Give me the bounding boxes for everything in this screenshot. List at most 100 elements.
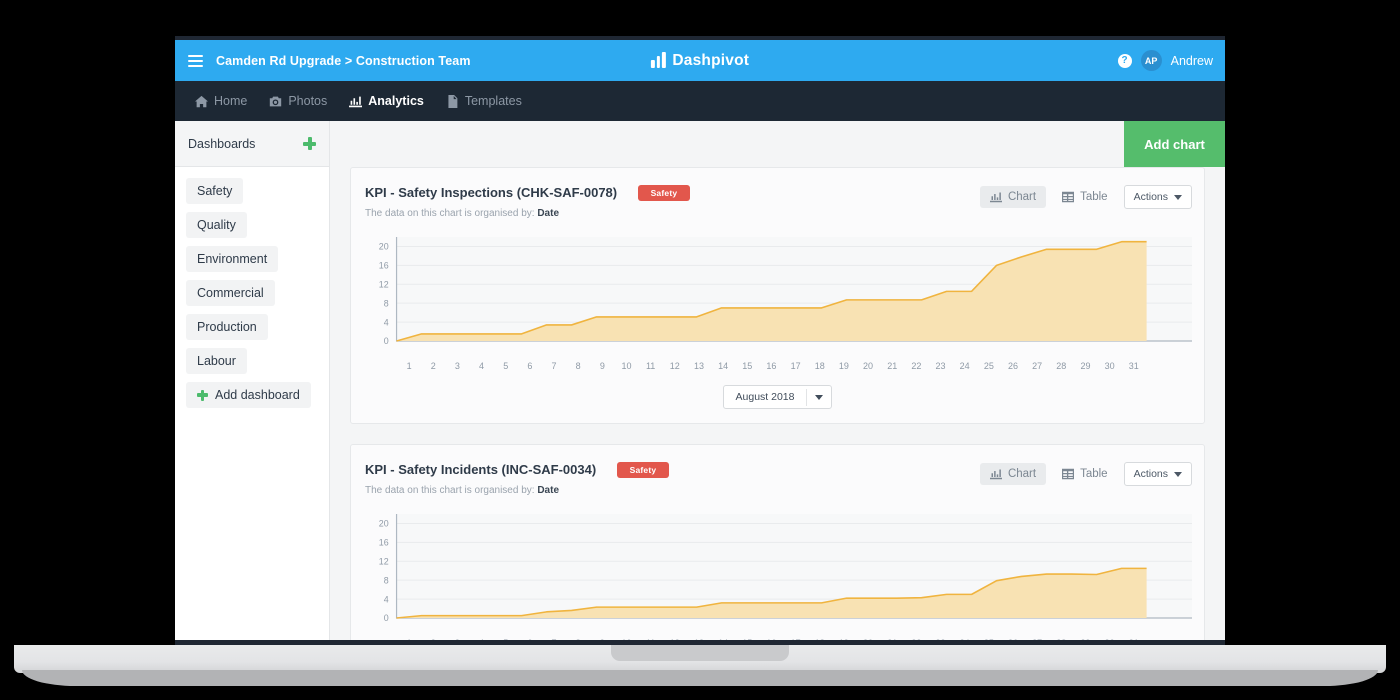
x-tick-label: 24 (953, 638, 977, 640)
subtitle-prefix: The data on this chart is organised by: (365, 485, 535, 496)
subtitle-value: Date (537, 485, 560, 496)
month-caret-box[interactable] (806, 388, 831, 406)
chart-card-header: KPI - Safety Inspections (CHK-SAF-0078) … (363, 184, 1192, 219)
month-selector[interactable]: August 2018 (722, 385, 833, 409)
x-tick-label: 31 (1128, 361, 1139, 371)
bar-chart-logo-icon (650, 52, 666, 68)
sidebar-item-labour[interactable]: Labour (186, 348, 247, 374)
chart-card-title: KPI - Safety Inspections (CHK-SAF-0078) (365, 185, 618, 201)
x-tick-label: 25 (983, 361, 994, 371)
actions-label: Actions (1133, 191, 1168, 203)
sidebar-item-environment[interactable]: Environment (186, 246, 279, 272)
svg-text:8: 8 (384, 575, 389, 585)
dashboard-list: Safety Quality Environment Commercial Pr… (175, 167, 329, 408)
add-chart-button[interactable]: Add chart (1124, 121, 1225, 167)
user-name[interactable]: Andrew (1171, 54, 1213, 68)
x-tick-label: 4 (469, 638, 493, 640)
tab-chart[interactable]: Chart (979, 186, 1047, 208)
chart-card-subtitle: The data on this chart is organised by: … (365, 208, 980, 219)
tab-table-label: Table (1080, 191, 1108, 203)
x-tick-label: 13 (687, 638, 711, 640)
tab-table[interactable]: Table (1052, 186, 1118, 208)
main-content: Add chart KPI - Safety Inspections (CHK-… (330, 121, 1225, 640)
chart-icon (989, 469, 1002, 480)
actions-dropdown[interactable]: Actions (1123, 185, 1192, 209)
x-tick-label: 31 (1122, 638, 1146, 640)
tab-table-label: Table (1080, 468, 1108, 480)
nav-item-analytics[interactable]: Analytics (349, 81, 424, 121)
chart-card-title: KPI - Safety Incidents (INC-SAF-0034) (365, 462, 597, 478)
x-tick-label: 11 (639, 638, 663, 640)
x-tick-label: 9 (599, 361, 605, 371)
x-tick-label: 17 (784, 638, 808, 640)
chart-plot: 0 4 8 12 16 20 (363, 231, 1192, 358)
x-tick-label: 30 (1098, 638, 1122, 640)
nav-item-templates[interactable]: Templates (446, 81, 522, 121)
x-tick-label: 20 (856, 638, 880, 640)
subtitle-prefix: The data on this chart is organised by: (365, 208, 535, 219)
x-tick-label: 29 (1073, 638, 1097, 640)
x-axis-ticks: 1234567891011121314151617181920212223242… (397, 638, 1146, 640)
svg-text:16: 16 (379, 261, 389, 271)
svg-text:12: 12 (379, 279, 389, 289)
x-tick-label: 7 (551, 361, 557, 371)
x-tick-label: 22 (904, 638, 928, 640)
month-label: August 2018 (735, 391, 795, 403)
breadcrumb[interactable]: Camden Rd Upgrade > Construction Team (216, 54, 471, 68)
x-tick-label: 3 (445, 638, 469, 640)
x-tick-label: 20 (863, 361, 874, 371)
add-dashboard-button[interactable]: Add dashboard (186, 382, 311, 408)
x-tick-label: 8 (575, 361, 581, 371)
chart-card-list: KPI - Safety Inspections (CHK-SAF-0078) … (330, 167, 1225, 640)
chart-card-title-wrap: KPI - Safety Incidents (INC-SAF-0034) Sa… (363, 461, 980, 496)
x-tick-label: 29 (1080, 361, 1091, 371)
x-tick-label: 24 (959, 361, 970, 371)
x-tick-label: 18 (808, 638, 832, 640)
x-tick-label: 3 (454, 361, 460, 371)
svg-text:12: 12 (379, 556, 389, 566)
x-tick-label: 7 (542, 638, 566, 640)
body: Dashboards Safety Quality Environment Co… (175, 121, 1225, 640)
hamburger-icon[interactable] (188, 52, 203, 70)
x-tick-label: 21 (880, 638, 904, 640)
x-tick-label: 8 (566, 638, 590, 640)
x-tick-label: 19 (838, 361, 849, 371)
avatar[interactable]: AP (1140, 50, 1162, 71)
sidebar-item-commercial[interactable]: Commercial (186, 280, 275, 306)
brand: Dashpivot (650, 52, 749, 70)
chart-card-subtitle: The data on this chart is organised by: … (365, 485, 980, 496)
actions-dropdown[interactable]: Actions (1123, 462, 1192, 486)
x-tick-label: 16 (759, 638, 783, 640)
sidebar-item-quality[interactable]: Quality (186, 212, 247, 238)
analytics-chart-icon (349, 96, 363, 107)
subtitle-value: Date (537, 208, 560, 219)
sidebar-item-safety[interactable]: Safety (186, 178, 244, 204)
chart-card: KPI - Safety Inspections (CHK-SAF-0078) … (350, 167, 1205, 424)
x-tick-label: 14 (711, 638, 735, 640)
chevron-down-icon (815, 394, 824, 400)
chart-icon (989, 192, 1002, 203)
tab-chart[interactable]: Chart (979, 463, 1047, 485)
table-icon (1062, 191, 1075, 203)
question-mark-icon[interactable]: ? (1117, 53, 1132, 68)
plus-icon[interactable] (303, 137, 316, 150)
nav-item-home[interactable]: Home (195, 81, 247, 121)
month-selector-row: August 2018 (363, 385, 1192, 409)
x-tick-label: 14 (718, 361, 729, 371)
x-tick-label: 16 (766, 361, 777, 371)
chevron-down-icon (1174, 471, 1182, 477)
x-tick-label: 18 (814, 361, 825, 371)
x-tick-label: 2 (421, 638, 445, 640)
sidebar-item-production[interactable]: Production (186, 314, 268, 340)
x-tick-label: 4 (479, 361, 485, 371)
tab-table[interactable]: Table (1052, 463, 1118, 485)
x-tick-label: 27 (1025, 638, 1049, 640)
svg-text:8: 8 (384, 298, 389, 308)
camera-icon (270, 96, 282, 106)
nav-item-photos[interactable]: Photos (269, 81, 327, 121)
add-dashboard-label: Add dashboard (215, 388, 300, 402)
x-tick-label: 28 (1049, 638, 1073, 640)
plus-icon (197, 389, 208, 401)
nav-label-home: Home (214, 94, 248, 108)
laptop-foot (22, 670, 1378, 686)
